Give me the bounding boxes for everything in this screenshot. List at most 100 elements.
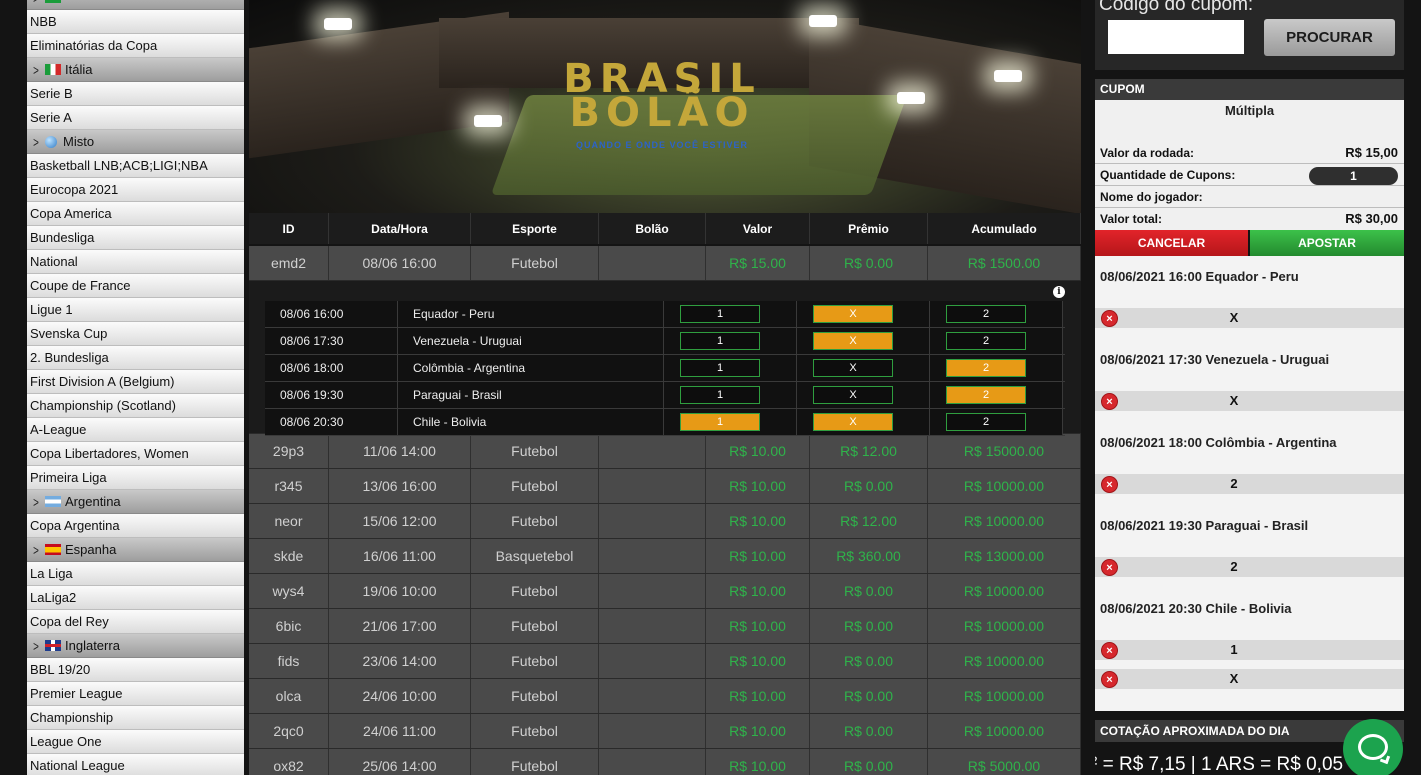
- sidebar-item[interactable]: A-League: [27, 418, 244, 442]
- sidebar-item[interactable]: Bundesliga: [27, 226, 244, 250]
- sidebar-category[interactable]: > Espanha: [27, 538, 244, 562]
- table-row[interactable]: 29p3 11/06 14:00 Futebol R$ 10.00 R$ 12.00 R$…: [249, 434, 1081, 469]
- option-button[interactable]: X: [813, 332, 893, 350]
- search-button[interactable]: PROCURAR: [1264, 19, 1395, 56]
- table-row[interactable]: 6bic 21/06 17:00 Futebol R$ 10.00 R$ 0.00 R$ …: [249, 609, 1081, 644]
- sidebar-item[interactable]: Coupe de France: [27, 274, 244, 298]
- bet-button[interactable]: APOSTAR: [1250, 230, 1404, 256]
- sidebar-item[interactable]: 2. Bundesliga: [27, 346, 244, 370]
- sidebar-item[interactable]: Premier League: [27, 682, 244, 706]
- nome-jogador-row: Nome do jogador:: [1095, 186, 1404, 208]
- sidebar-item[interactable]: LaLiga2: [27, 586, 244, 610]
- game-datetime: 08/06 16:00: [265, 301, 398, 327]
- cell-premio: R$ 0.00: [810, 714, 928, 748]
- option-button[interactable]: 1: [680, 305, 760, 323]
- table-row[interactable]: skde 16/06 11:00 Basquetebol R$ 10.00 R$ 360…: [249, 539, 1081, 574]
- option-button[interactable]: X: [813, 386, 893, 404]
- table-row[interactable]: r345 13/06 16:00 Futebol R$ 10.00 R$ 0.00 R$ …: [249, 469, 1081, 504]
- sidebar-item[interactable]: Copa Libertadores, Women: [27, 442, 244, 466]
- sidebar-item[interactable]: National League: [27, 754, 244, 775]
- game-option-cell: 1: [664, 301, 797, 327]
- table-row-expanded[interactable]: emd2 08/06 16:00 Futebol R$ 15.00 R$ 0.00 R$ …: [249, 246, 1081, 281]
- cell-acumulado: R$ 1500.00: [928, 246, 1081, 280]
- banner: BRASIL BOLÃO QUANDO E ONDE VOCÊ ESTIVER: [249, 0, 1081, 213]
- sidebar-item[interactable]: Copa America: [27, 202, 244, 226]
- sidebar-item[interactable]: National: [27, 250, 244, 274]
- nome-jogador-label: Nome do jogador:: [1100, 190, 1203, 204]
- sidebar-category[interactable]: > Inglaterra: [27, 634, 244, 658]
- sidebar-category[interactable]: > Misto: [27, 130, 244, 154]
- qtd-cupons-stepper[interactable]: 1: [1309, 167, 1398, 185]
- pick-selection: × 2: [1095, 557, 1404, 577]
- option-button[interactable]: 2: [946, 413, 1026, 431]
- option-button[interactable]: 2: [946, 386, 1026, 404]
- table-row[interactable]: 2qc0 24/06 11:00 Futebol R$ 10.00 R$ 0.00 R$ …: [249, 714, 1081, 749]
- sidebar-item[interactable]: Basketball LNB;ACB;LIGI;NBA: [27, 154, 244, 178]
- cell-acumulado: R$ 10000.00: [928, 644, 1081, 678]
- sidebar-item[interactable]: La Liga: [27, 562, 244, 586]
- cell-datetime: 19/06 10:00: [329, 574, 471, 608]
- table-row[interactable]: fids 23/06 14:00 Futebol R$ 10.00 R$ 0.00 R$ …: [249, 644, 1081, 679]
- sidebar-item[interactable]: Serie B: [27, 82, 244, 106]
- game-option-cell: 2: [930, 409, 1063, 435]
- chat-button[interactable]: [1343, 719, 1403, 775]
- sidebar-item[interactable]: Copa Argentina: [27, 514, 244, 538]
- option-button[interactable]: 2: [946, 332, 1026, 350]
- sidebar-category[interactable]: > Itália: [27, 58, 244, 82]
- table-row[interactable]: olca 24/06 10:00 Futebol R$ 10.00 R$ 0.00 R$ …: [249, 679, 1081, 714]
- sidebar-item[interactable]: Eliminatórias da Copa: [27, 34, 244, 58]
- column-header: Valor: [706, 213, 810, 244]
- sidebar-item[interactable]: First Division A (Belgium): [27, 370, 244, 394]
- sidebar-item[interactable]: League One: [27, 730, 244, 754]
- table-row[interactable]: wys4 19/06 10:00 Futebol R$ 10.00 R$ 0.00 R$ …: [249, 574, 1081, 609]
- sidebar-category[interactable]: >: [27, 0, 244, 10]
- valor-rodada-row: Valor da rodada: R$ 15,00: [1095, 142, 1404, 164]
- league-sidebar: >NBBEliminatórias da Copa>ItáliaSerie BS…: [27, 0, 244, 775]
- game-details: i 08/06 16:00 Equador - Peru 1 X 2 08/06 17:3…: [249, 281, 1081, 436]
- option-button[interactable]: 2: [946, 305, 1026, 323]
- cancel-button[interactable]: CANCELAR: [1095, 230, 1248, 256]
- option-button[interactable]: 1: [680, 413, 760, 431]
- sidebar-category[interactable]: > Argentina: [27, 490, 244, 514]
- option-button[interactable]: 2: [946, 359, 1026, 377]
- cell-datetime: 24/06 11:00: [329, 714, 471, 748]
- table-row[interactable]: ox82 25/06 14:00 Futebol R$ 10.00 R$ 0.00 R$ …: [249, 749, 1081, 775]
- cell-bolao: [599, 749, 706, 775]
- coupon-code-input[interactable]: [1108, 20, 1244, 54]
- table-row[interactable]: neor 15/06 12:00 Futebol R$ 10.00 R$ 12.00 R$…: [249, 504, 1081, 539]
- sidebar-item[interactable]: Ligue 1: [27, 298, 244, 322]
- sidebar-item[interactable]: Copa del Rey: [27, 610, 244, 634]
- sidebar-item[interactable]: Svenska Cup: [27, 322, 244, 346]
- sidebar-item[interactable]: Championship: [27, 706, 244, 730]
- sidebar-item[interactable]: NBB: [27, 10, 244, 34]
- pick-selection: × 1: [1095, 640, 1404, 660]
- sidebar-item[interactable]: Serie A: [27, 106, 244, 130]
- option-button[interactable]: 1: [680, 332, 760, 350]
- game-datetime: 08/06 19:30: [265, 382, 398, 408]
- cell-premio: R$ 0.00: [810, 574, 928, 608]
- cupom-header: CUPOM: [1095, 79, 1404, 100]
- info-icon[interactable]: i: [1053, 286, 1065, 298]
- option-button[interactable]: X: [813, 305, 893, 323]
- cell-premio: R$ 0.00: [810, 469, 928, 503]
- option-button[interactable]: 1: [680, 386, 760, 404]
- sidebar-item[interactable]: Championship (Scotland): [27, 394, 244, 418]
- sidebar-item[interactable]: Primeira Liga: [27, 466, 244, 490]
- game-row: 08/06 20:30 Chile - Bolivia 1 X 2: [265, 409, 1065, 436]
- cell-sport: Futebol: [471, 574, 599, 608]
- cell-valor: R$ 10.00: [706, 714, 810, 748]
- cell-bolao: [599, 469, 706, 503]
- game-datetime: 08/06 20:30: [265, 409, 398, 435]
- cell-id: 29p3: [249, 434, 329, 468]
- sidebar-item[interactable]: BBL 19/20: [27, 658, 244, 682]
- sidebar-item[interactable]: Eurocopa 2021: [27, 178, 244, 202]
- option-button[interactable]: X: [813, 413, 893, 431]
- cell-acumulado: R$ 5000.00: [928, 749, 1081, 775]
- cell-datetime: 21/06 17:00: [329, 609, 471, 643]
- cell-bolao: [599, 246, 706, 280]
- cell-sport: Futebol: [471, 714, 599, 748]
- chevron-right-icon: >: [33, 61, 39, 78]
- option-button[interactable]: 1: [680, 359, 760, 377]
- option-button[interactable]: X: [813, 359, 893, 377]
- pick-value: X: [1229, 310, 1239, 325]
